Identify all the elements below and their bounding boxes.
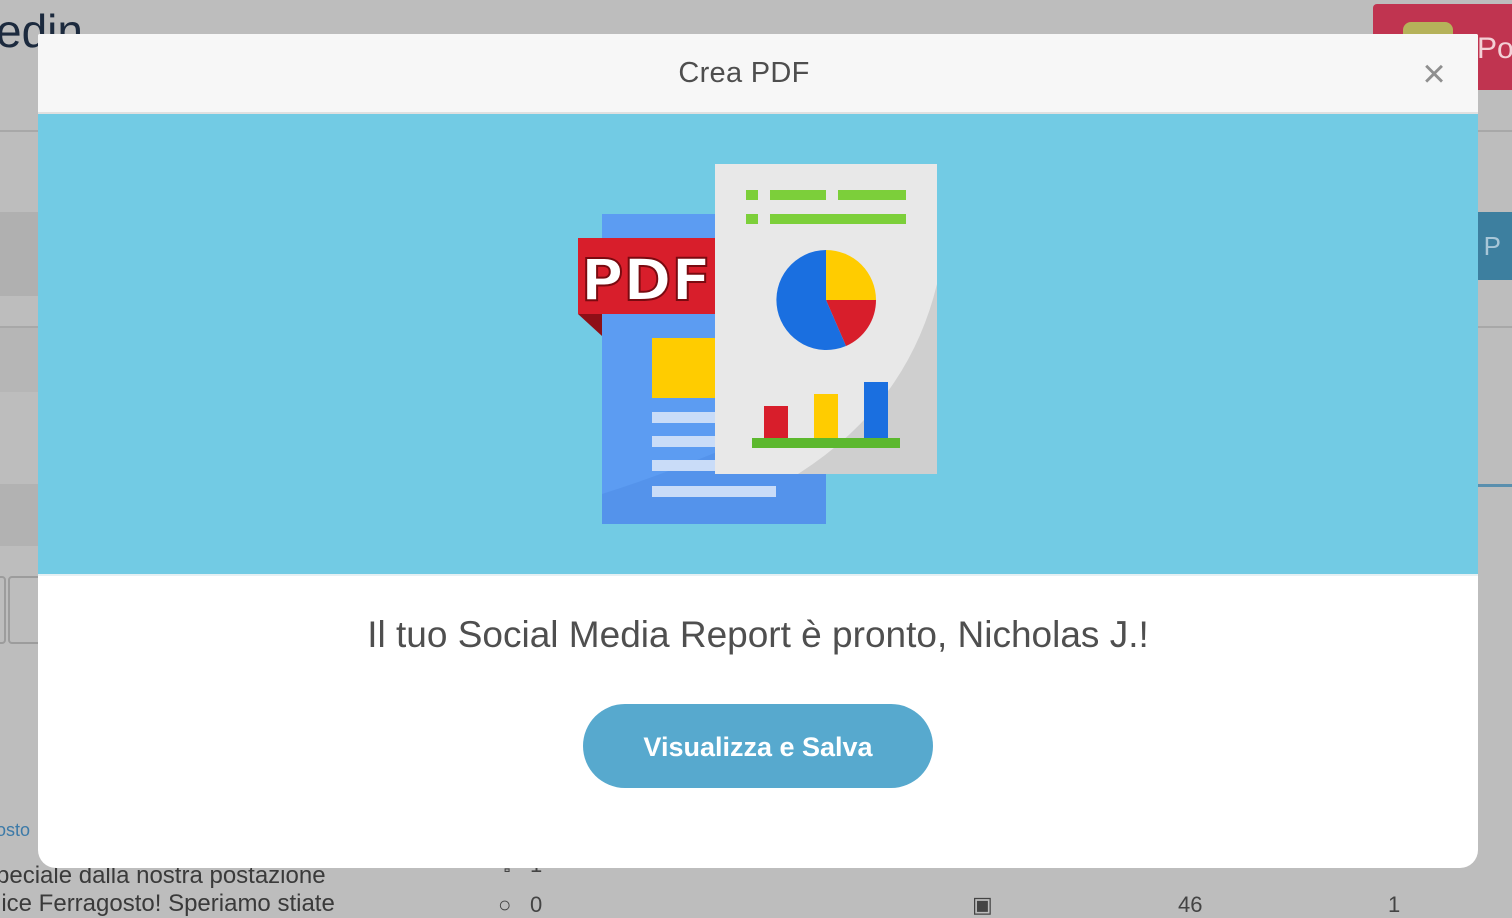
post-text-line: lice Ferragosto! Speriamo stiate bbox=[0, 890, 335, 917]
new-post-label: Po bbox=[1477, 32, 1512, 65]
image-icon: ▣ bbox=[972, 892, 993, 917]
modal-title: Crea PDF bbox=[678, 57, 810, 89]
create-pdf-modal: Crea PDF × PDF Il tuo Social Media Repor… bbox=[38, 34, 1478, 868]
reach-count: 46 bbox=[1178, 892, 1203, 917]
comment-count: 0 bbox=[530, 892, 543, 917]
document-image-block bbox=[652, 338, 718, 398]
toolbar-band bbox=[0, 212, 40, 296]
date-picker-box[interactable] bbox=[0, 576, 6, 644]
pie-chart-icon bbox=[776, 250, 877, 350]
close-icon[interactable]: × bbox=[1414, 54, 1454, 94]
section-band bbox=[0, 484, 40, 546]
divider bbox=[1478, 130, 1512, 132]
right-action-tab[interactable]: a P bbox=[1478, 212, 1512, 280]
comment-icon: ○ bbox=[498, 892, 512, 917]
view-and-save-button[interactable]: Visualizza e Salva bbox=[583, 704, 933, 788]
pdf-illustration-banner: PDF bbox=[38, 114, 1478, 576]
active-tab-underline bbox=[1478, 484, 1512, 487]
pdf-report-illustration: PDF bbox=[578, 164, 937, 524]
pdf-badge-label: PDF bbox=[581, 246, 711, 314]
modal-header: Crea PDF × bbox=[38, 34, 1478, 114]
divider bbox=[0, 130, 40, 132]
post-link[interactable]: osto bbox=[0, 820, 30, 841]
filter-band bbox=[0, 328, 40, 392]
report-ready-message: Il tuo Social Media Report è pronto, Nic… bbox=[367, 614, 1149, 655]
other-count: 1 bbox=[1388, 892, 1401, 917]
divider bbox=[1478, 326, 1512, 328]
